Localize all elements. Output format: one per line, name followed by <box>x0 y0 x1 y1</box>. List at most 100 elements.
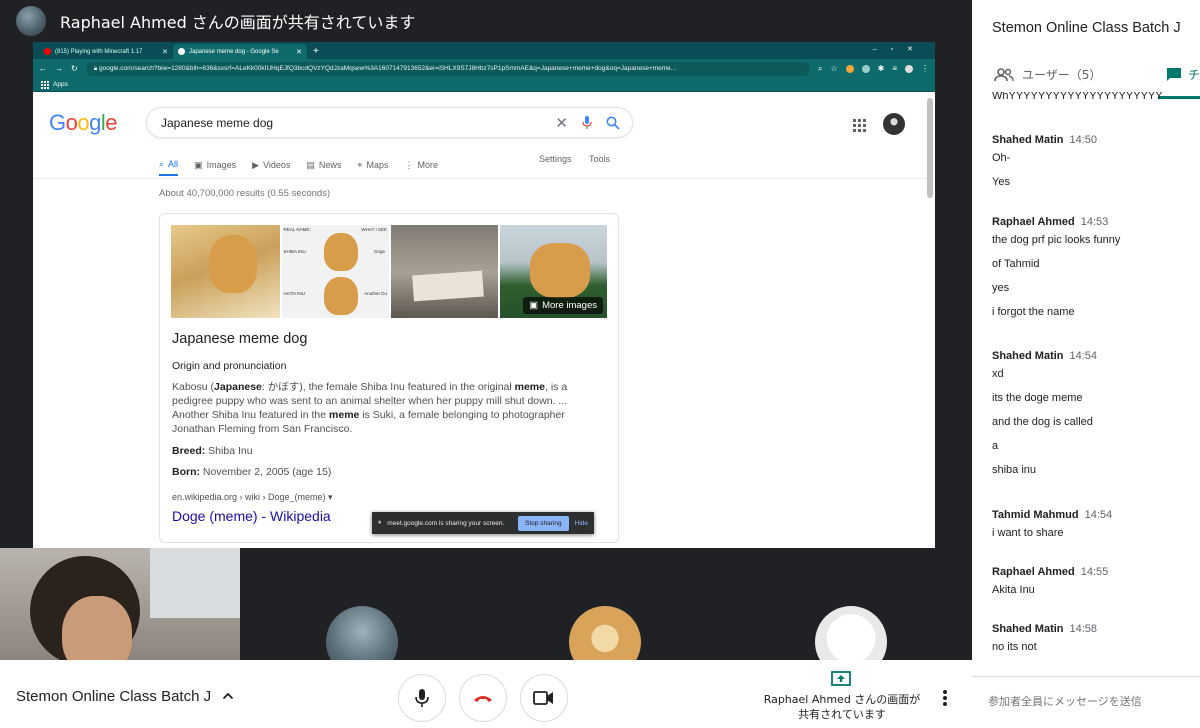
account-avatar[interactable] <box>883 113 905 135</box>
message-time: 14:50 <box>1069 134 1098 146</box>
address-bar[interactable]: 🔒︎ google.com/search?biw=1280&bih=636&sx… <box>85 61 810 76</box>
presenter-avatar <box>16 6 46 36</box>
present-screen-icon[interactable] <box>831 671 851 687</box>
source-cite[interactable]: en.wikipedia.org › wiki › Doge_(meme) ▾ <box>172 492 333 503</box>
tab-label: Videos <box>263 160 291 170</box>
dog-shape <box>323 233 358 271</box>
search-box[interactable]: Japanese meme dog ✕ <box>146 107 633 138</box>
more-images-button[interactable]: ▣ More images <box>523 297 603 314</box>
bookmarks-bar: Apps <box>33 78 935 92</box>
tab-images[interactable]: ▣ Images <box>194 154 236 176</box>
back-icon[interactable]: ← <box>39 64 47 73</box>
message-text: xd <box>992 368 1004 380</box>
doge-image[interactable] <box>171 225 280 318</box>
tab-chat-label: チ <box>1188 68 1200 82</box>
logo-letter: g <box>89 110 101 135</box>
extension-icon[interactable] <box>861 64 870 73</box>
wikipedia-link[interactable]: Doge (meme) - Wikipedia <box>172 508 331 524</box>
tab-label: Images <box>206 160 237 170</box>
message-text: Akita Inu <box>992 584 1035 596</box>
tab-settings[interactable]: Settings <box>539 154 572 164</box>
microphone-button[interactable] <box>398 674 446 722</box>
message-time: 14:54 <box>1069 350 1098 362</box>
window-controls[interactable]: –▫✕ <box>873 45 927 53</box>
browser-tab-youtube[interactable]: (815) Playing with Minecraft 1.17 ✕ <box>39 44 173 59</box>
playlist-icon[interactable]: ≡ <box>892 64 897 73</box>
camera-button[interactable] <box>520 674 568 722</box>
fact-label: Born: <box>172 466 200 478</box>
participant-avatar[interactable] <box>569 606 641 660</box>
presenting-status[interactable]: Raphael Ahmed さんの画面が共有されています <box>762 692 922 722</box>
close-icon[interactable]: ✕ <box>162 48 168 56</box>
clear-icon[interactable]: ✕ <box>555 114 568 132</box>
reload-icon[interactable]: ↻ <box>71 64 78 73</box>
message-header: Raphael Ahmed 14:55 <box>992 566 1192 584</box>
hang-up-button[interactable] <box>459 674 507 722</box>
dog-shape <box>209 235 257 293</box>
hide-button[interactable]: Hide <box>575 520 588 527</box>
tab-label: Maps <box>366 160 389 170</box>
map-pin-icon: ⌖ <box>357 159 363 170</box>
scrollbar[interactable] <box>927 98 933 198</box>
self-video-tile[interactable] <box>0 548 240 660</box>
fact-label: Breed: <box>172 445 206 457</box>
chat-message-input[interactable] <box>988 695 1188 708</box>
participant-tiles <box>0 548 972 660</box>
microphone-icon <box>415 689 429 707</box>
star-icon[interactable]: ☆ <box>830 64 837 73</box>
message-time: 14:55 <box>1080 566 1109 578</box>
forward-icon[interactable]: → <box>55 64 63 73</box>
bookmark-apps[interactable]: Apps <box>53 81 68 88</box>
browser-tab-google[interactable]: Japanese meme dog - Google Se ✕ <box>173 44 307 59</box>
tab-maps[interactable]: ⌖ Maps <box>357 154 388 176</box>
message-group: Shahed Matin 14:58 no its not <box>992 623 1192 653</box>
search-query[interactable]: Japanese meme dog <box>161 116 555 130</box>
tab-more[interactable]: ⋮ More <box>405 154 439 176</box>
dog-image[interactable] <box>391 225 498 318</box>
profile-avatar[interactable] <box>905 64 913 73</box>
tab-videos[interactable]: ▶ Videos <box>252 154 290 176</box>
meeting-name[interactable]: Stemon Online Class Batch J <box>16 688 211 705</box>
message-text: WhYYYYYYYYYYYYYYYYYYYYY <box>992 92 1163 102</box>
desc-bold: meme <box>514 381 545 393</box>
puzzle-icon[interactable]: ✱ <box>878 64 885 73</box>
tab-users[interactable]: ユーザー（5） <box>994 66 1101 83</box>
message-text: i forgot the name <box>992 306 1075 318</box>
google-apps-icon[interactable] <box>853 119 866 132</box>
chat-messages: WhYYYYYYYYYYYYYYYYYYYYY Shahed Matin 14:5… <box>972 92 1200 670</box>
more-vert-icon[interactable]: ⋮ <box>921 64 929 73</box>
tab-news[interactable]: ▤ News <box>306 154 341 176</box>
search-icon[interactable] <box>606 116 620 130</box>
divider <box>33 178 935 179</box>
chevron-up-icon[interactable] <box>222 690 234 702</box>
screen-sharing-bar: ⏸ meet.google.com is sharing your screen… <box>372 512 594 534</box>
chat-icon <box>1167 67 1181 81</box>
google-logo[interactable]: Google <box>49 110 118 136</box>
tab-all[interactable]: ⌕ All <box>159 154 179 176</box>
google-results-page: Google Japanese meme dog ✕ ⌕ All ▣ Image… <box>33 92 935 548</box>
desc-text: : かぼす), the female Shiba Inu featured in… <box>261 381 515 393</box>
new-tab-button[interactable]: + <box>313 46 319 57</box>
chat-input-area <box>972 676 1200 728</box>
tab-chat[interactable]: チ <box>1166 66 1200 83</box>
tab-label: Tools <box>589 154 611 164</box>
stop-sharing-button[interactable]: Stop sharing <box>518 515 569 531</box>
message-sender: Raphael Ahmed <box>992 216 1075 228</box>
extension-icon[interactable] <box>845 64 854 73</box>
microphone-icon[interactable] <box>582 115 592 130</box>
image-strip[interactable]: REAL NAME: WHAT I SEE SHIBA INU Doge AKI… <box>171 225 607 318</box>
video-camera-icon <box>533 691 553 705</box>
close-icon[interactable]: ✕ <box>296 48 302 56</box>
participant-avatar[interactable] <box>815 606 887 660</box>
meme-text: Doge <box>374 249 385 254</box>
meme-text: SHIBA INU <box>283 249 306 254</box>
participant-avatar[interactable] <box>326 606 398 660</box>
phone-hangup-icon <box>474 696 492 702</box>
zoom-icon[interactable]: ⌕ <box>818 64 822 74</box>
logo-letter: o <box>77 110 90 135</box>
tab-tools[interactable]: Tools <box>589 154 610 164</box>
shiba-image[interactable]: ▣ More images <box>499 225 607 318</box>
panel-title: Japanese meme dog <box>172 331 308 347</box>
more-options-icon[interactable] <box>941 689 949 707</box>
meme-image[interactable]: REAL NAME: WHAT I SEE SHIBA INU Doge AKI… <box>281 225 389 318</box>
